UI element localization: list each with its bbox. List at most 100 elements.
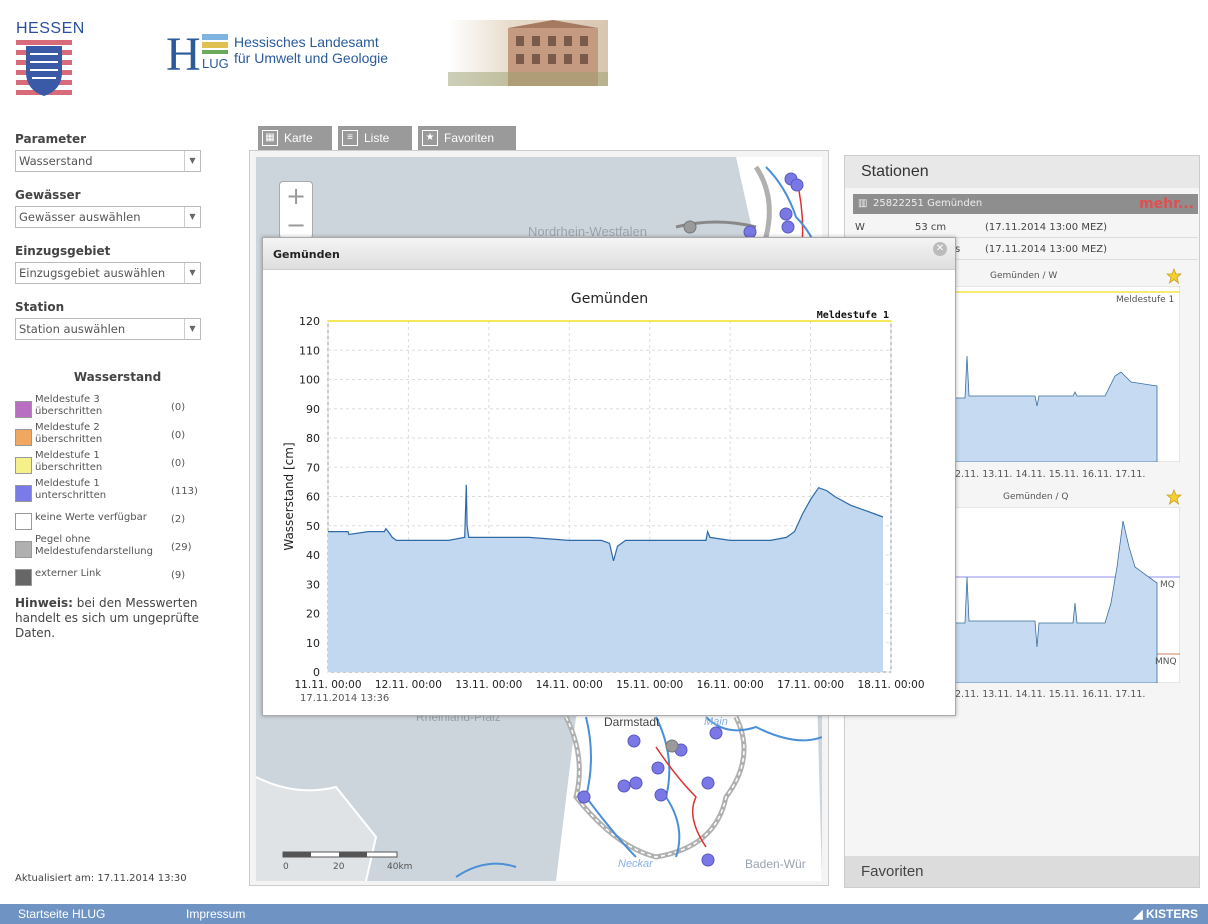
hessen-logo: HESSEN bbox=[16, 20, 85, 110]
gewaesser-select[interactable]: Gewässer auswählen ▼ bbox=[15, 206, 201, 228]
popup-title: Gemünden bbox=[263, 238, 955, 270]
legend-label-line2: Meldestufendarstellung bbox=[35, 546, 153, 557]
legend-item-meldestufe2[interactable]: Meldestufe 2 überschritten (0) bbox=[15, 422, 220, 450]
y-tick-label: 70 bbox=[306, 461, 320, 474]
tab-favoriten[interactable]: ★ Favoriten bbox=[418, 126, 516, 150]
legend-item-meldestufe3[interactable]: Meldestufe 3 überschritten (0) bbox=[15, 394, 220, 422]
footer-link-startseite[interactable]: Startseite HLUG bbox=[18, 904, 105, 924]
y-tick-label: 20 bbox=[306, 608, 320, 621]
hessen-label: HESSEN bbox=[16, 20, 85, 37]
favoriten-bar[interactable]: Favoriten bbox=[845, 856, 1199, 887]
close-icon[interactable]: ✕ bbox=[933, 242, 947, 256]
mini-chart-w bbox=[955, 286, 1180, 462]
zoom-in-button[interactable]: + bbox=[280, 182, 312, 211]
einzugsgebiet-label: Einzugsgebiet bbox=[15, 244, 111, 258]
legend-color-swatch bbox=[15, 513, 32, 530]
mini-xtick: 13.11. bbox=[982, 689, 1013, 700]
x-tick-label: 12.11. 00:00 bbox=[375, 679, 442, 691]
y-tick-label: 110 bbox=[299, 344, 320, 357]
hlug-logo-icon: H bbox=[166, 28, 228, 81]
legend-color-swatch bbox=[15, 569, 32, 586]
legend-item-pegel-ohne[interactable]: Pegel ohne Meldestufendarstellung (29) bbox=[15, 534, 220, 562]
chevron-down-icon[interactable]: ▼ bbox=[184, 151, 200, 171]
tab-liste[interactable]: ≡ Liste bbox=[338, 126, 412, 150]
legend-item-no-values[interactable]: keine Werte verfügbar (2) bbox=[15, 506, 220, 534]
parameter-label: Parameter bbox=[15, 132, 87, 146]
legend-count: (29) bbox=[171, 542, 192, 553]
water-level-chart: 0 10 20 30 40 50 60 70 80 90 100 110 120 11.11. 00:00… bbox=[282, 291, 925, 704]
mehr-link[interactable]: mehr... bbox=[1139, 194, 1194, 214]
measurement-time: (17.11.2014 13:00 MEZ) bbox=[985, 244, 1108, 255]
stations-header: Stationen bbox=[845, 156, 1199, 188]
chart-timestamp: 17.11.2014 13:36 bbox=[300, 693, 389, 704]
measurement-param: W bbox=[855, 222, 865, 233]
mini-xtick: 2.11. bbox=[955, 689, 980, 700]
tab-karte-label: Karte bbox=[284, 131, 313, 145]
legend-item-external-link[interactable]: externer Link (9) bbox=[15, 562, 220, 590]
chevron-down-icon[interactable]: ▼ bbox=[184, 319, 200, 339]
scale-tick-20: 20 bbox=[333, 862, 345, 872]
chevron-down-icon[interactable]: ▼ bbox=[184, 207, 200, 227]
tab-karte[interactable]: ▦ Karte bbox=[258, 126, 332, 150]
x-tick-label: 15.11. 00:00 bbox=[616, 679, 683, 691]
mini-xtick: 13.11. bbox=[982, 469, 1013, 480]
legend-title: Wasserstand bbox=[73, 370, 162, 384]
legend: Meldestufe 3 überschritten (0) Meldestufe … bbox=[15, 394, 220, 590]
scale-tick-0: 0 bbox=[283, 862, 289, 872]
y-tick-label: 30 bbox=[306, 578, 320, 591]
legend-label-line1: Meldestufe 1 bbox=[35, 450, 100, 461]
legend-count: (113) bbox=[171, 486, 198, 497]
legend-label-line2: unterschritten bbox=[35, 490, 107, 501]
mini-xtick: 15.11. bbox=[1048, 689, 1079, 700]
legend-label-line1: Meldestufe 2 bbox=[35, 422, 100, 433]
einzugsgebiet-select[interactable]: Einzugsgebiet auswählen ▼ bbox=[15, 262, 201, 284]
map-label-main: Main bbox=[704, 716, 728, 728]
legend-count: (0) bbox=[171, 402, 186, 413]
station-icon: ▥ bbox=[858, 198, 868, 209]
mini-chart-q-mnq: MNQ bbox=[1155, 657, 1177, 667]
zoom-out-button[interactable]: − bbox=[280, 211, 312, 240]
legend-label-line1: externer Link bbox=[35, 568, 102, 579]
y-tick-label: 10 bbox=[306, 637, 320, 650]
legend-count: (0) bbox=[171, 430, 186, 441]
hint-text: Hinweis: bei den Messwerten handelt es s… bbox=[15, 596, 227, 641]
chevron-down-icon[interactable]: ▼ bbox=[184, 263, 200, 283]
tab-liste-label: Liste bbox=[364, 131, 390, 145]
updated-timestamp: Aktualisiert am: 17.11.2014 13:30 bbox=[15, 873, 187, 884]
station-select[interactable]: Station auswählen ▼ bbox=[15, 318, 201, 340]
footer-link-impressum[interactable]: Impressum bbox=[186, 904, 245, 924]
favorite-star-icon[interactable] bbox=[1166, 268, 1182, 284]
legend-item-meldestufe1-over[interactable]: Meldestufe 1 überschritten (0) bbox=[15, 450, 220, 478]
zoom-control: + − bbox=[279, 181, 313, 239]
selected-station-name: 25822251 Gemünden bbox=[873, 198, 983, 209]
mini-xtick: 15.11. bbox=[1048, 469, 1079, 480]
selected-station[interactable]: ▥ 25822251 Gemünden mehr... bbox=[853, 194, 1198, 214]
x-tick-label: 11.11. 00:00 bbox=[295, 679, 362, 691]
kisters-label: KISTERS bbox=[1145, 907, 1198, 921]
mini-xtick: 16.11. bbox=[1081, 689, 1113, 700]
scale-bar-icon bbox=[282, 851, 398, 858]
legend-item-meldestufe1-under[interactable]: Meldestufe 1 unterschritten (113) bbox=[15, 478, 220, 506]
mini-chart-w-title: Gemünden / W bbox=[990, 271, 1058, 281]
map-label-neckar: Neckar bbox=[618, 858, 653, 870]
mini-chart-q-title: Gemünden / Q bbox=[1003, 492, 1069, 502]
y-tick-label: 80 bbox=[306, 432, 320, 445]
legend-count: (2) bbox=[171, 514, 186, 525]
legend-label-line1: Meldestufe 1 bbox=[35, 478, 100, 489]
y-tick-label: 120 bbox=[299, 315, 320, 328]
hlug-line2: für Umwelt und Geologie bbox=[234, 50, 389, 66]
y-axis-label: Wasserstand [cm] bbox=[282, 442, 296, 550]
mini-xtick: 17.11. bbox=[1115, 689, 1146, 700]
map-label-bw: Baden-Wür bbox=[745, 857, 806, 871]
filter-panel: Parameter Wasserstand ▼ Gewässer Gewässer… bbox=[15, 128, 235, 641]
threshold-label: Meldestufe 1 bbox=[817, 310, 889, 321]
legend-label-line1: keine Werte verfügbar bbox=[35, 512, 147, 523]
map-icon: ▦ bbox=[262, 130, 278, 146]
station-select-value: Station auswählen bbox=[19, 322, 126, 336]
legend-color-swatch bbox=[15, 457, 32, 474]
favorite-star-icon[interactable] bbox=[1166, 489, 1182, 505]
measurement-row-w: W 53 cm (17.11.2014 13:00 MEZ) bbox=[853, 218, 1198, 238]
y-tick-label: 100 bbox=[299, 374, 320, 387]
parameter-select[interactable]: Wasserstand ▼ bbox=[15, 150, 201, 172]
legend-label-line1: Pegel ohne bbox=[35, 534, 91, 545]
